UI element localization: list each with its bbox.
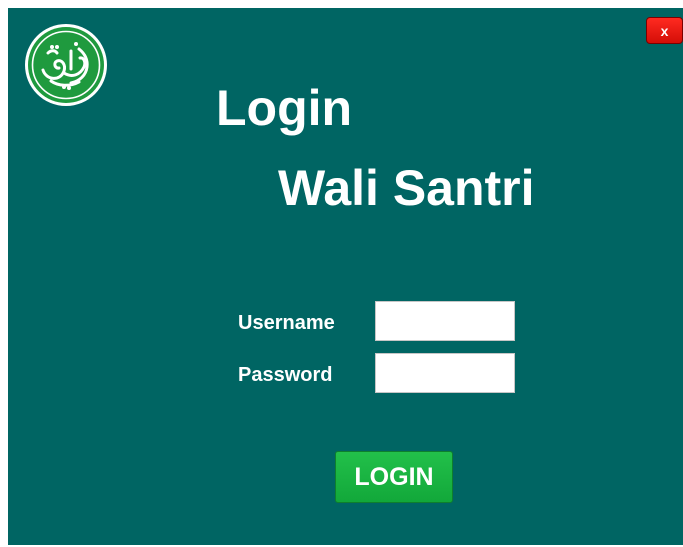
- password-label: Password: [238, 364, 333, 386]
- close-button[interactable]: x: [646, 17, 683, 44]
- page-title-login: Login: [216, 80, 353, 136]
- login-button[interactable]: LOGIN: [335, 451, 453, 503]
- username-label: Username: [238, 312, 335, 334]
- username-input[interactable]: [375, 301, 515, 341]
- login-window: x Login Wali Santri Username Password LO…: [8, 8, 683, 545]
- page-title-wali-santri: Wali Santri: [278, 160, 535, 216]
- password-input[interactable]: [375, 353, 515, 393]
- quran-calligraphy-logo-icon: [24, 23, 108, 107]
